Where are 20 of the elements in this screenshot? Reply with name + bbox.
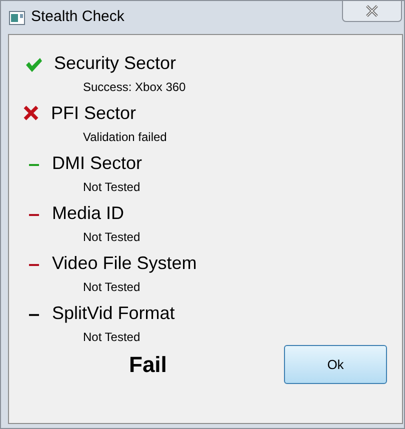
window-app-icon [9,10,25,24]
window-title: Stealth Check [31,7,124,28]
check-name: Media ID [52,202,124,224]
check-name: SplitVid Format [52,302,175,325]
check-icon [25,57,43,73]
ok-button[interactable]: Ok [284,345,387,384]
check-result: Not Tested [83,229,142,246]
check-name: DMI Sector [52,152,142,174]
check-name: Video File System [52,252,197,275]
close-icon [365,5,379,17]
check-result: Validation failed [83,129,168,146]
cross-icon [23,105,39,121]
close-button[interactable] [342,0,402,22]
check-name: Security Sector [54,52,176,75]
check-name: PFI Sector [51,102,136,124]
check-result: Not Tested [83,329,142,346]
result-text: Fail [129,351,167,379]
check-result: Not Tested [83,279,142,296]
check-result: Not Tested [83,179,142,196]
check-result: Success: Xbox 360 [83,79,187,96]
